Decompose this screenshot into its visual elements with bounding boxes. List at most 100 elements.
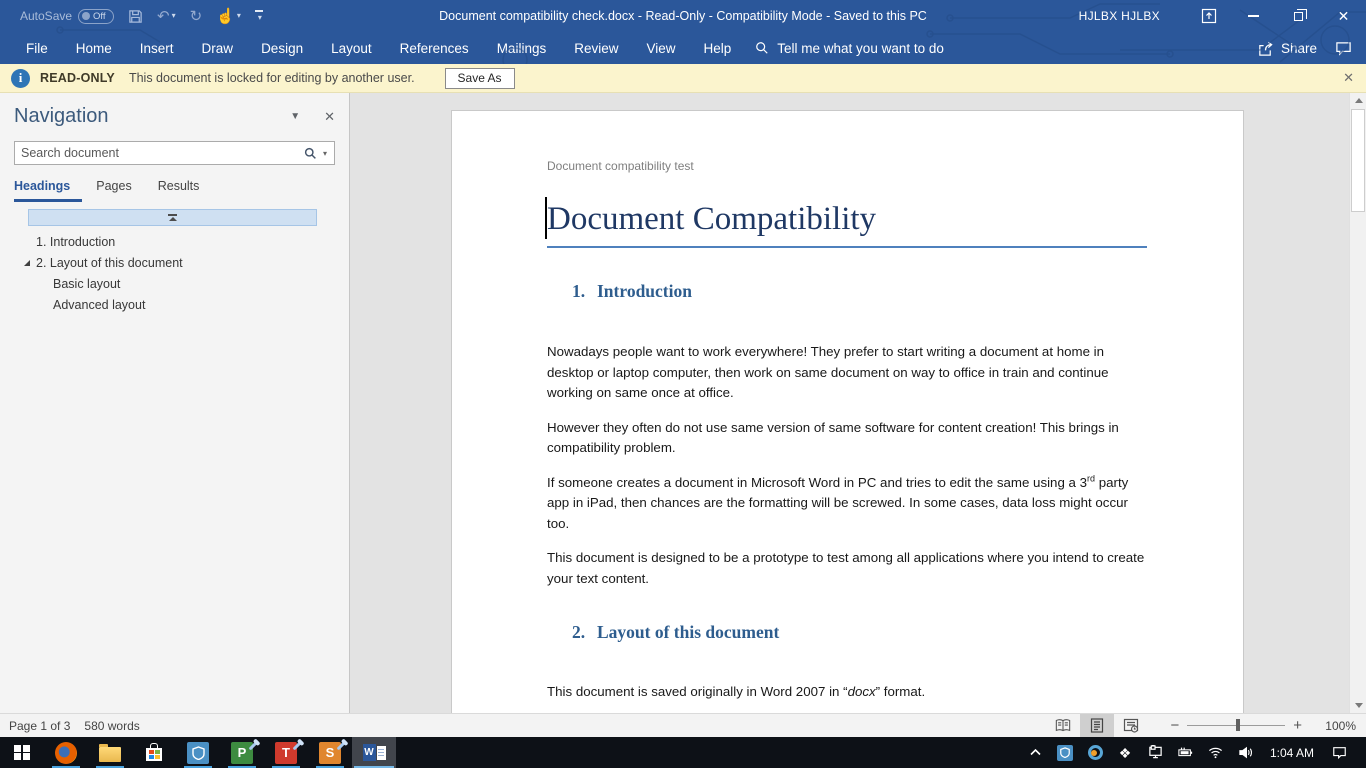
taskbar-item-green-p-app[interactable]: P bbox=[220, 737, 264, 768]
paragraph-2[interactable]: However they often do not use same versi… bbox=[547, 418, 1147, 459]
vertical-scrollbar[interactable] bbox=[1349, 93, 1366, 713]
ribbon-tab-draw[interactable]: Draw bbox=[188, 34, 248, 63]
nav-heading-layout[interactable]: 2. Layout of this document bbox=[0, 252, 349, 273]
navigation-pane: Navigation ▼ ✕ ▾ Headings Pages Results … bbox=[0, 93, 350, 713]
customize-quick-access-toolbar-button[interactable]: ▾ bbox=[255, 10, 263, 22]
pane-close-button[interactable]: ✕ bbox=[324, 109, 335, 125]
autosave-toggle[interactable]: AutoSave Off bbox=[20, 9, 114, 24]
scroll-up-button[interactable] bbox=[1350, 93, 1366, 108]
taskbar-item-orange-s-app[interactable]: S bbox=[308, 737, 352, 768]
paragraph-5[interactable]: This document is saved originally in Wor… bbox=[547, 682, 1147, 703]
taskbar-item-microsoft-store[interactable] bbox=[132, 737, 176, 768]
doc-title[interactable]: Document Compatibility bbox=[547, 199, 1147, 239]
print-layout-button[interactable] bbox=[1080, 714, 1114, 737]
ribbon-tab-help[interactable]: Help bbox=[690, 34, 746, 63]
zoom-slider-thumb[interactable] bbox=[1236, 719, 1240, 731]
ribbon-tab-home[interactable]: Home bbox=[62, 34, 126, 63]
ribbon-tab-mailings[interactable]: Mailings bbox=[483, 34, 561, 63]
tell-me-box[interactable]: Tell me what you want to do bbox=[755, 41, 944, 56]
tray-dropbox[interactable]: ❖ bbox=[1110, 737, 1140, 768]
nav-tab-headings[interactable]: Headings bbox=[14, 179, 82, 202]
paragraph-1[interactable]: Nowadays people want to work everywhere!… bbox=[547, 342, 1147, 404]
qat-caret-icon: ▾ bbox=[258, 13, 262, 22]
doc-title-block[interactable]: Document Compatibility bbox=[547, 199, 1147, 248]
ribbon-tab-insert[interactable]: Insert bbox=[126, 34, 188, 63]
tray-display-lock[interactable] bbox=[1140, 737, 1170, 768]
read-mode-button[interactable] bbox=[1046, 714, 1080, 737]
tray-shield-app[interactable] bbox=[1050, 737, 1080, 768]
nav-tab-results[interactable]: Results bbox=[158, 179, 212, 202]
ribbon-tab-file[interactable]: File bbox=[12, 34, 62, 63]
speaker-icon bbox=[1238, 745, 1253, 760]
shield-icon bbox=[1057, 745, 1073, 761]
action-center-button[interactable] bbox=[1324, 737, 1354, 768]
taskbar-item-word[interactable]: W bbox=[352, 737, 396, 768]
ribbon-display-options-button[interactable] bbox=[1186, 0, 1231, 32]
search-input[interactable] bbox=[15, 146, 304, 160]
tray-updater-app[interactable] bbox=[1080, 737, 1110, 768]
nav-tab-pages[interactable]: Pages bbox=[96, 179, 143, 202]
comments-button[interactable] bbox=[1335, 40, 1352, 57]
user-name[interactable]: HJLBX HJLBX bbox=[1079, 9, 1160, 23]
page-indicator[interactable]: Page 1 of 3 bbox=[9, 719, 70, 733]
save-as-button[interactable]: Save As bbox=[445, 68, 515, 89]
tray-volume[interactable] bbox=[1230, 737, 1260, 768]
nav-heading-basic-layout[interactable]: Basic layout bbox=[0, 273, 349, 294]
restore-button[interactable] bbox=[1276, 0, 1321, 32]
pin-overlay-icon bbox=[293, 740, 303, 750]
zoom-slider[interactable] bbox=[1187, 725, 1285, 727]
jump-to-beginning-row[interactable] bbox=[28, 209, 317, 226]
taskbar-item-shield-app[interactable] bbox=[176, 737, 220, 768]
ribbon-tab-view[interactable]: View bbox=[632, 34, 689, 63]
pane-options-caret-icon[interactable]: ▼ bbox=[290, 111, 300, 122]
touch-mode-caret-icon[interactable]: ▾ bbox=[237, 12, 241, 20]
tray-battery[interactable] bbox=[1170, 737, 1200, 768]
banner-close-button[interactable]: ✕ bbox=[1343, 70, 1354, 86]
taskbar-item-firefox[interactable] bbox=[44, 737, 88, 768]
paragraph-3[interactable]: If someone creates a document in Microso… bbox=[547, 473, 1147, 535]
zoom-level[interactable]: 100% bbox=[1314, 719, 1356, 733]
taskbar-item-red-t-app[interactable]: T bbox=[264, 737, 308, 768]
dropbox-icon: ❖ bbox=[1119, 746, 1132, 760]
ribbon-tab-design[interactable]: Design bbox=[247, 34, 317, 63]
share-button[interactable]: Share bbox=[1257, 40, 1317, 57]
autosave-pill[interactable]: Off bbox=[78, 9, 114, 24]
minimize-button[interactable] bbox=[1231, 0, 1276, 32]
save-icon[interactable] bbox=[128, 9, 143, 24]
nav-heading-introduction[interactable]: 1. Introduction bbox=[0, 231, 349, 252]
clock[interactable]: 1:04 AM bbox=[1260, 737, 1324, 768]
taskbar-item-file-explorer[interactable] bbox=[88, 737, 132, 768]
nav-search-box[interactable]: ▾ bbox=[14, 141, 335, 165]
undo-caret-icon[interactable]: ▾ bbox=[172, 12, 176, 20]
close-button[interactable]: ✕ bbox=[1321, 0, 1366, 32]
quick-access-toolbar: AutoSave Off ↶▾ ↻ ☝▾ ▾ bbox=[0, 9, 263, 24]
start-button[interactable] bbox=[0, 737, 44, 768]
heading-introduction[interactable]: 1.Introduction bbox=[547, 281, 1147, 302]
banner-message: This document is locked for editing by a… bbox=[129, 71, 415, 85]
word-count[interactable]: 580 words bbox=[84, 719, 139, 733]
document-page[interactable]: Document compatibility test Document Com… bbox=[451, 110, 1244, 713]
red-t-app-icon: T bbox=[275, 742, 297, 764]
heading-layout[interactable]: 2.Layout of this document bbox=[547, 622, 1147, 643]
zoom-in-button[interactable]: + bbox=[1285, 717, 1310, 734]
tray-network[interactable] bbox=[1200, 737, 1230, 768]
web-layout-button[interactable] bbox=[1114, 714, 1148, 737]
scroll-down-button[interactable] bbox=[1350, 698, 1366, 713]
nav-search-button[interactable]: ▾ bbox=[304, 147, 334, 160]
search-options-caret-icon[interactable]: ▾ bbox=[323, 149, 327, 158]
scrollbar-thumb[interactable] bbox=[1351, 109, 1365, 212]
ribbon-tab-review[interactable]: Review bbox=[560, 34, 632, 63]
redo-button[interactable]: ↻ bbox=[190, 9, 203, 24]
nav-heading-advanced-layout[interactable]: Advanced layout bbox=[0, 294, 349, 315]
ribbon-tab-row: File Home Insert Draw Design Layout Refe… bbox=[0, 32, 1366, 64]
paragraph-4[interactable]: This document is designed to be a protot… bbox=[547, 548, 1147, 589]
hidden-icons-chevron[interactable] bbox=[1020, 737, 1050, 768]
ribbon-tab-references[interactable]: References bbox=[386, 34, 483, 63]
page-header-text[interactable]: Document compatibility test bbox=[547, 159, 1147, 173]
collapse-triangle-icon[interactable] bbox=[24, 260, 30, 266]
zoom-out-button[interactable]: − bbox=[1162, 717, 1187, 734]
file-explorer-icon bbox=[99, 747, 121, 762]
undo-button[interactable]: ↶▾ bbox=[157, 9, 176, 24]
ribbon-tab-layout[interactable]: Layout bbox=[317, 34, 386, 63]
touch-mouse-mode-button[interactable]: ☝▾ bbox=[216, 9, 241, 24]
